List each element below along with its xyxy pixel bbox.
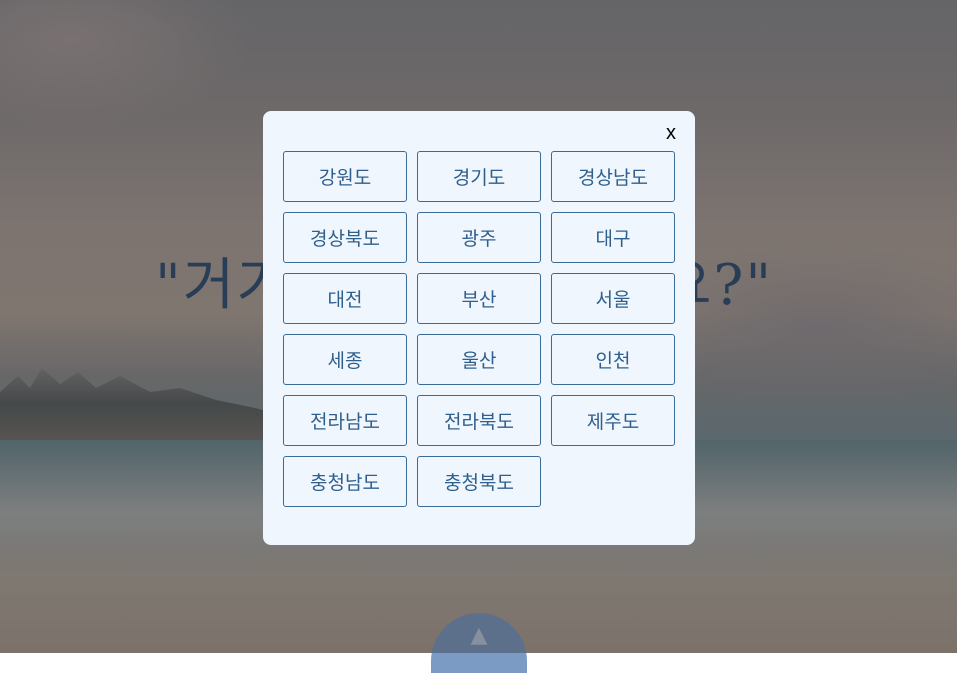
region-button-jeju[interactable]: 제주도 [551, 395, 675, 446]
close-button[interactable]: x [666, 121, 676, 145]
region-button-gwangju[interactable]: 광주 [417, 212, 541, 263]
region-button-jeonbuk[interactable]: 전라북도 [417, 395, 541, 446]
region-button-gyeongbuk[interactable]: 경상북도 [283, 212, 407, 263]
region-button-jeonnam[interactable]: 전라남도 [283, 395, 407, 446]
region-button-sejong[interactable]: 세종 [283, 334, 407, 385]
region-button-incheon[interactable]: 인천 [551, 334, 675, 385]
region-button-chungbuk[interactable]: 충청북도 [417, 456, 541, 507]
region-button-busan[interactable]: 부산 [417, 273, 541, 324]
region-select-modal: x 강원도 경기도 경상남도 경상북도 광주 대구 대전 부산 서울 세종 울산… [263, 111, 695, 545]
region-button-gangwon[interactable]: 강원도 [283, 151, 407, 202]
region-button-ulsan[interactable]: 울산 [417, 334, 541, 385]
region-button-grid: 강원도 경기도 경상남도 경상북도 광주 대구 대전 부산 서울 세종 울산 인… [283, 151, 675, 507]
region-button-daejeon[interactable]: 대전 [283, 273, 407, 324]
region-button-gyeongnam[interactable]: 경상남도 [551, 151, 675, 202]
region-button-gyeonggi[interactable]: 경기도 [417, 151, 541, 202]
region-button-daegu[interactable]: 대구 [551, 212, 675, 263]
region-button-chungnam[interactable]: 충청남도 [283, 456, 407, 507]
region-button-seoul[interactable]: 서울 [551, 273, 675, 324]
